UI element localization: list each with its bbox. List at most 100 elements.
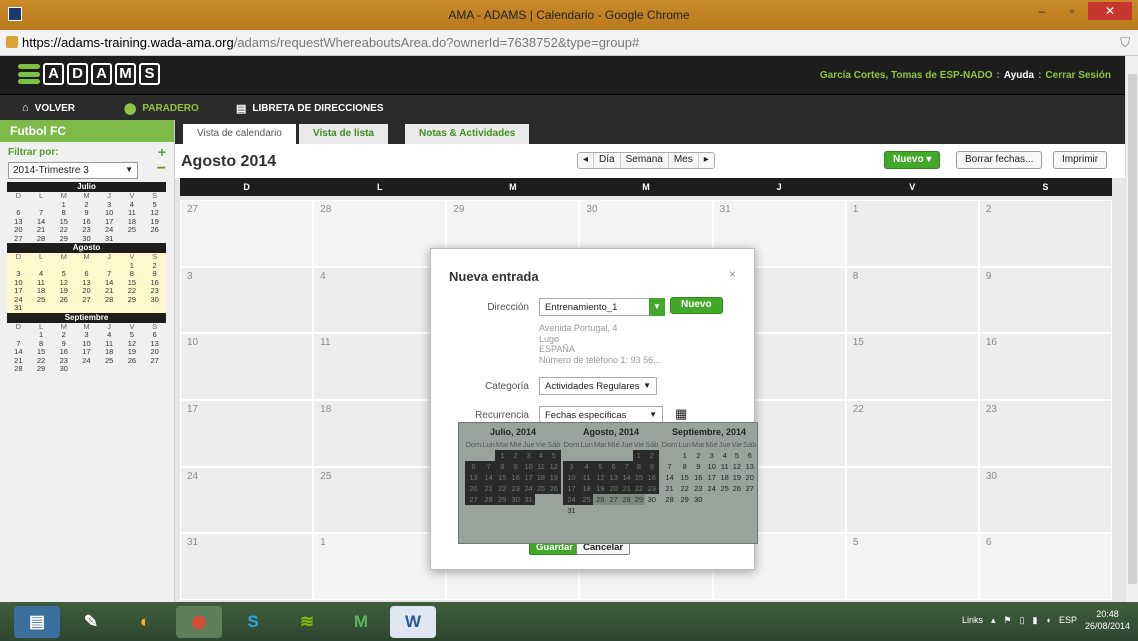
datepicker-day[interactable]: 3 <box>705 450 718 461</box>
spotify-icon[interactable]: ≋ <box>284 606 330 638</box>
paint-icon[interactable]: ✎ <box>68 606 114 638</box>
shield-icon[interactable]: ⛉ <box>1120 35 1130 51</box>
datepicker-day[interactable]: 19 <box>731 472 742 483</box>
datepicker-day[interactable]: 19 <box>593 483 608 494</box>
calendar-day-cell[interactable]: 8 <box>845 266 979 334</box>
close-window-button[interactable]: ✕ <box>1088 2 1132 20</box>
datepicker-day[interactable]: 6 <box>607 461 621 472</box>
datepicker-day[interactable]: 30 <box>509 494 523 505</box>
battery-icon[interactable]: ▯ <box>1020 615 1025 626</box>
datepicker-day[interactable]: 3 <box>563 461 580 472</box>
datepicker-day[interactable]: 16 <box>644 472 659 483</box>
clear-dates-button[interactable]: Borrar fechas... <box>956 151 1043 169</box>
datepicker-day[interactable]: 28 <box>481 494 496 505</box>
next-button[interactable]: ▸ <box>699 153 714 168</box>
datepicker-day[interactable]: 7 <box>481 461 496 472</box>
nav-back[interactable]: ⌂ VOLVER <box>22 102 75 114</box>
datepicker-day[interactable]: 22 <box>678 483 691 494</box>
datepicker-day[interactable]: 17 <box>522 472 536 483</box>
datepicker-day[interactable]: 12 <box>546 461 561 472</box>
calendar-day-cell[interactable] <box>845 466 979 534</box>
links-toolbar[interactable]: Links <box>962 615 983 625</box>
datepicker-day[interactable]: 27 <box>465 494 482 505</box>
calendar-day-cell[interactable]: 23 <box>978 400 1112 467</box>
calendar-icon[interactable]: ▦ <box>675 406 687 422</box>
calendar-day-cell[interactable]: 15 <box>845 333 979 400</box>
datepicker-day[interactable]: 14 <box>481 472 496 483</box>
datepicker-day[interactable]: 10 <box>522 461 536 472</box>
calendar-day-cell[interactable]: 16 <box>978 333 1112 400</box>
day-view-button[interactable]: Día <box>594 153 621 168</box>
datepicker-day[interactable]: 31 <box>522 494 536 505</box>
datepicker-day[interactable]: 1 <box>633 450 645 461</box>
page-scrollbar[interactable] <box>1125 56 1138 602</box>
mini-calendar-day[interactable]: 24 <box>75 356 98 366</box>
calendar-day-cell[interactable]: 31 <box>180 533 314 600</box>
datepicker-day[interactable]: 25 <box>718 483 731 494</box>
datepicker-day[interactable]: 18 <box>718 472 731 483</box>
datepicker-day[interactable]: 25 <box>579 494 594 505</box>
picasa-icon[interactable]: ◐ <box>122 606 168 638</box>
datepicker-day[interactable]: 26 <box>546 483 561 494</box>
datepicker-day[interactable]: 29 <box>495 494 510 505</box>
datepicker-day[interactable]: 21 <box>620 483 634 494</box>
datepicker-day[interactable]: 24 <box>563 494 580 505</box>
datepicker-day[interactable]: 22 <box>633 483 645 494</box>
mini-calendar-day[interactable]: 31 <box>7 303 30 313</box>
datepicker-day[interactable]: 15 <box>633 472 645 483</box>
month-view-button[interactable]: Mes <box>669 153 699 168</box>
tab-notes-activities[interactable]: Notas & Actividades <box>405 124 530 144</box>
datepicker-day[interactable]: 16 <box>691 472 705 483</box>
datepicker-day[interactable]: 2 <box>509 450 523 461</box>
remove-filter-button[interactable]: − <box>157 160 166 178</box>
mini-calendar-day[interactable]: 26 <box>52 295 75 305</box>
flag-icon[interactable]: ⚑ <box>1004 615 1012 626</box>
datepicker-day[interactable]: 12 <box>593 472 608 483</box>
calendar-day-cell[interactable]: 30 <box>978 466 1112 534</box>
datepicker-day[interactable]: 19 <box>546 472 561 483</box>
adams-logo[interactable]: A D A M S <box>18 63 160 85</box>
datepicker-day[interactable]: 20 <box>743 472 757 483</box>
datepicker-day[interactable]: 23 <box>509 483 523 494</box>
mini-calendar-day[interactable]: 27 <box>143 356 166 366</box>
tab-list-view[interactable]: Vista de lista <box>299 124 388 144</box>
datepicker-day[interactable]: 1 <box>495 450 510 461</box>
datepicker-day[interactable]: 21 <box>481 483 496 494</box>
datepicker-day[interactable]: 20 <box>465 483 482 494</box>
calendar-day-cell[interactable]: 28 <box>313 200 447 267</box>
datepicker-day[interactable]: 30 <box>691 494 705 505</box>
datepicker-day[interactable]: 30 <box>645 494 659 505</box>
datepicker-day[interactable]: 3 <box>522 450 536 461</box>
calendar-day-cell[interactable]: 27 <box>180 200 314 267</box>
signal-icon[interactable]: ▮ <box>1033 615 1038 626</box>
mini-calendar-day[interactable]: 26 <box>121 356 144 366</box>
address-bar[interactable]: https://adams-training.wada-ama.org/adam… <box>0 30 1138 56</box>
mini-calendar-day[interactable]: 29 <box>30 364 53 374</box>
datepicker-day[interactable]: 9 <box>691 461 705 472</box>
mini-calendar-day[interactable]: 27 <box>7 234 30 244</box>
datepicker-day[interactable]: 10 <box>705 461 718 472</box>
datepicker-day[interactable]: 9 <box>644 461 659 472</box>
nav-addressbook[interactable]: ▤ LIBRETA DE DIRECCIONES <box>236 102 384 115</box>
calendar-day-cell[interactable]: 5 <box>845 533 979 600</box>
datepicker-day[interactable]: 17 <box>563 483 580 494</box>
calendar-day-cell[interactable]: 3 <box>180 266 314 334</box>
calendar-day-cell[interactable]: 18 <box>313 400 447 467</box>
mini-calendar-day[interactable]: 31 <box>98 234 121 244</box>
calendar-day-cell[interactable]: 2 <box>978 200 1112 267</box>
calendar-day-cell[interactable]: 11 <box>313 333 447 400</box>
datepicker-day[interactable]: 29 <box>633 494 645 505</box>
datepicker-day[interactable]: 27 <box>607 494 621 505</box>
datepicker-day[interactable]: 25 <box>535 483 547 494</box>
mini-calendar-day[interactable]: 30 <box>75 234 98 244</box>
close-icon[interactable]: × <box>729 267 736 281</box>
calendar-day-cell[interactable]: 22 <box>845 400 979 467</box>
datepicker-day[interactable]: 4 <box>718 450 731 461</box>
calendar-day-cell[interactable]: 9 <box>978 266 1112 334</box>
datepicker-day[interactable]: 8 <box>495 461 510 472</box>
scrollbar-thumb[interactable] <box>1128 74 1137 584</box>
chevron-up-icon[interactable]: ▴ <box>991 615 996 626</box>
datepicker-day[interactable]: 6 <box>465 461 482 472</box>
quarter-select[interactable]: 2014-Trimestre 3 ▼ <box>8 162 138 179</box>
datepicker-day[interactable]: 13 <box>743 461 757 472</box>
